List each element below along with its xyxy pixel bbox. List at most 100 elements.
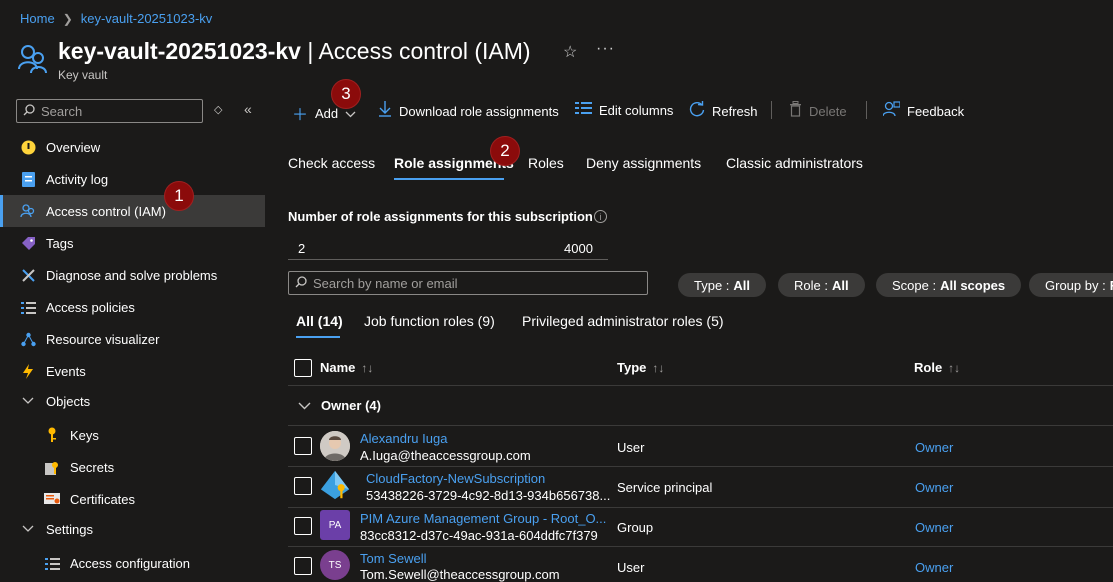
row-name-link[interactable]: Alexandru Iuga bbox=[360, 431, 447, 446]
more-options-icon[interactable]: ··· bbox=[596, 40, 615, 58]
sidebar-group-objects[interactable]: Objects bbox=[0, 385, 265, 417]
step-badge: 2 bbox=[490, 136, 520, 166]
download-role-assignments-button[interactable]: Download role assignments bbox=[378, 101, 559, 122]
sidebar-item-label: Diagnose and solve problems bbox=[46, 267, 218, 283]
sidebar-item-access-configuration[interactable]: Access configuration bbox=[0, 547, 265, 579]
feedback-button[interactable]: Feedback bbox=[882, 101, 965, 122]
row-role-link[interactable]: Owner bbox=[915, 560, 953, 575]
columns-icon bbox=[575, 101, 592, 119]
divider bbox=[288, 385, 1113, 386]
tab-roles[interactable]: Roles bbox=[528, 155, 564, 171]
iam-icon bbox=[20, 203, 36, 219]
column-header-name[interactable]: Name ↑↓ bbox=[320, 360, 373, 375]
add-button-label: Add bbox=[315, 105, 339, 121]
sidebar-item-diagnose[interactable]: Diagnose and solve problems bbox=[0, 259, 265, 291]
sidebar-item-resource-visualizer[interactable]: Resource visualizer bbox=[0, 323, 265, 355]
overview-icon bbox=[20, 139, 36, 155]
collapse-sidebar-icon[interactable]: « bbox=[244, 101, 252, 117]
sidebar-item-certificates[interactable]: Certificates bbox=[0, 483, 265, 515]
sort-icon: ↑↓ bbox=[361, 361, 374, 375]
filter-key: Role : bbox=[794, 277, 828, 293]
row-name-link[interactable]: CloudFactory-NewSubscription bbox=[366, 471, 545, 486]
sidebar-item-overview[interactable]: Overview bbox=[0, 131, 265, 163]
subtab-all[interactable]: All (14) bbox=[296, 313, 343, 329]
delete-button[interactable]: Delete bbox=[789, 101, 847, 122]
row-checkbox[interactable] bbox=[294, 477, 312, 495]
search-by-name-input[interactable] bbox=[313, 275, 633, 291]
select-all-checkbox[interactable] bbox=[294, 359, 312, 377]
sidebar-item-activity-log[interactable]: Activity log bbox=[0, 163, 265, 195]
row-secondary-text: 83cc8312-d37c-49ac-931a-604ddfc7f379 bbox=[360, 528, 598, 543]
plus-icon: ＋ bbox=[292, 107, 309, 124]
sidebar-item-events[interactable]: Events bbox=[0, 355, 265, 387]
info-icon[interactable]: i bbox=[594, 210, 607, 223]
breadcrumb-current-link[interactable]: key-vault-20251023-kv bbox=[81, 11, 213, 26]
avatar bbox=[320, 431, 350, 461]
step-badge: 1 bbox=[164, 181, 194, 211]
avatar: PA bbox=[320, 510, 350, 540]
tab-classic-administrators[interactable]: Classic administrators bbox=[726, 155, 863, 171]
sort-icon: ↑↓ bbox=[652, 361, 665, 375]
row-role-link[interactable]: Owner bbox=[915, 520, 953, 535]
breadcrumb-home-link[interactable]: Home bbox=[20, 11, 55, 26]
certificate-icon bbox=[44, 491, 60, 507]
chevron-down-icon bbox=[20, 393, 36, 409]
active-tab-indicator bbox=[394, 178, 504, 180]
column-header-role[interactable]: Role ↑↓ bbox=[914, 360, 960, 375]
filter-scope[interactable]: Scope : All scopes bbox=[876, 273, 1022, 297]
divider bbox=[288, 466, 1113, 467]
row-checkbox[interactable] bbox=[294, 557, 312, 575]
tab-deny-assignments[interactable]: Deny assignments bbox=[586, 155, 701, 171]
delete-label: Delete bbox=[809, 104, 847, 119]
feedback-label: Feedback bbox=[907, 104, 965, 119]
row-name-link[interactable]: Tom Sewell bbox=[360, 551, 426, 566]
row-type: User bbox=[617, 440, 645, 455]
refresh-label: Refresh bbox=[712, 104, 758, 119]
filter-group-by[interactable]: Group by :R bbox=[1029, 273, 1113, 297]
visualizer-icon bbox=[20, 331, 36, 347]
sidebar-item-label: Overview bbox=[46, 139, 101, 155]
feedback-icon bbox=[882, 101, 901, 122]
row-checkbox[interactable] bbox=[294, 517, 312, 535]
search-by-name-field[interactable] bbox=[288, 271, 648, 295]
sidebar-search[interactable] bbox=[16, 99, 203, 123]
chevron-down-icon bbox=[298, 398, 311, 413]
filter-key: Type : bbox=[694, 277, 730, 293]
avatar: TS bbox=[320, 550, 350, 580]
column-header-label: Name bbox=[320, 360, 356, 375]
row-role-link[interactable]: Owner bbox=[915, 440, 953, 455]
role-assignment-max: 4000 bbox=[564, 241, 593, 256]
divider bbox=[288, 546, 1113, 547]
group-row-owner[interactable]: Owner (4) bbox=[298, 398, 381, 413]
sidebar-group-settings[interactable]: Settings bbox=[0, 513, 265, 545]
role-assignment-count-label: Number of role assignments for this subs… bbox=[288, 209, 593, 224]
column-header-type[interactable]: Type ↑↓ bbox=[617, 360, 664, 375]
subtab-job-function-roles[interactable]: Job function roles (9) bbox=[364, 313, 495, 329]
row-role-link[interactable]: Owner bbox=[915, 480, 953, 495]
sidebar-item-label: Access control (IAM) bbox=[46, 203, 166, 219]
column-header-label: Type bbox=[617, 360, 647, 375]
sidebar-item-access-policies[interactable]: Access policies bbox=[0, 291, 265, 323]
star-icon[interactable]: ☆ bbox=[563, 42, 577, 62]
filter-type[interactable]: Type : All bbox=[678, 273, 767, 297]
secret-icon bbox=[44, 459, 60, 475]
sidebar-item-secrets[interactable]: Secrets bbox=[0, 451, 265, 483]
expand-collapse-icon[interactable]: ◇ bbox=[214, 103, 222, 116]
refresh-button[interactable]: Refresh bbox=[689, 101, 758, 122]
sidebar-item-access-control[interactable]: Access control (IAM) bbox=[0, 195, 265, 227]
filter-role[interactable]: Role : All bbox=[778, 273, 865, 297]
wrench-icon bbox=[20, 267, 36, 283]
sidebar-item-tags[interactable]: Tags bbox=[0, 227, 265, 259]
tab-check-access[interactable]: Check access bbox=[288, 155, 375, 171]
tag-icon bbox=[20, 235, 36, 251]
sidebar-search-input[interactable] bbox=[41, 103, 191, 119]
refresh-icon bbox=[689, 101, 705, 122]
role-assignment-count: 2 bbox=[298, 241, 306, 256]
row-checkbox[interactable] bbox=[294, 437, 312, 455]
group-label: Owner (4) bbox=[321, 398, 381, 413]
filter-key: Scope : bbox=[892, 277, 937, 293]
sidebar-item-keys[interactable]: Keys bbox=[0, 419, 265, 451]
subtab-privileged-administrator-roles[interactable]: Privileged administrator roles (5) bbox=[522, 313, 724, 329]
edit-columns-button[interactable]: Edit columns bbox=[575, 101, 673, 119]
row-name-link[interactable]: PIM Azure Management Group - Root_O... bbox=[360, 511, 606, 526]
